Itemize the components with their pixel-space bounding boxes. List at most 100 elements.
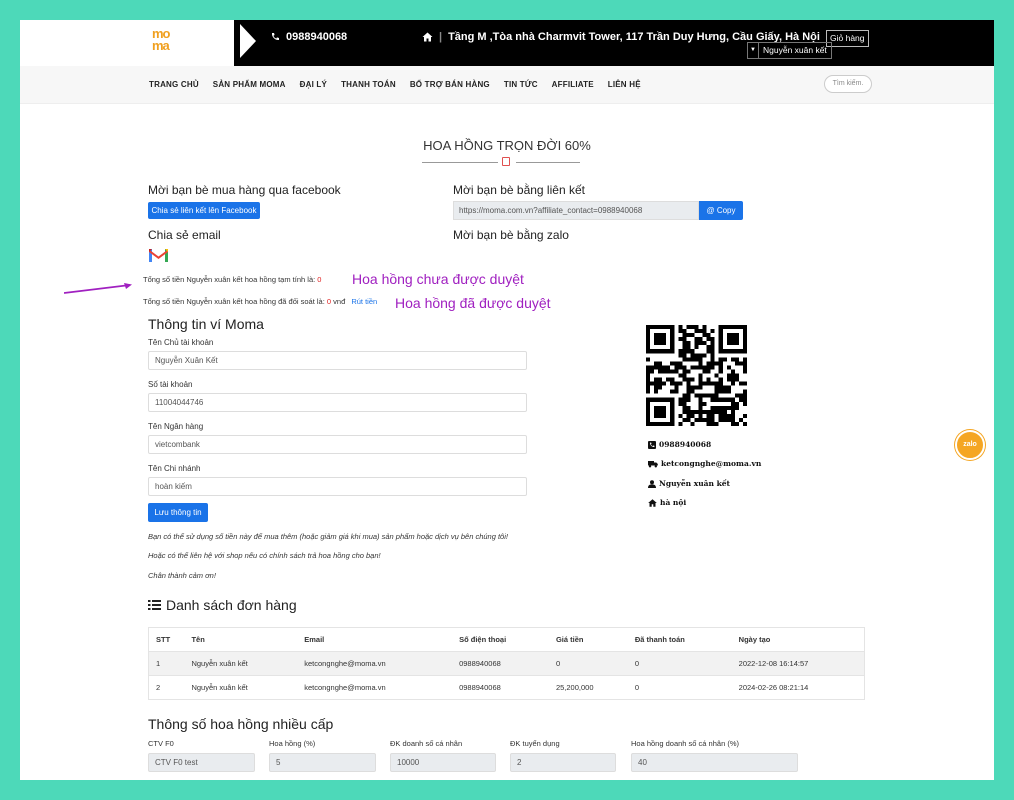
user-icon [648, 479, 656, 488]
table-cell: 25,200,000 [548, 675, 628, 700]
nav-item-products[interactable]: SẢN PHẨM MOMA [213, 80, 286, 89]
caret-down-icon: ▼ [748, 43, 759, 58]
contact-city: hà nội [648, 498, 686, 507]
truck-icon [648, 460, 658, 467]
nav-item-sales-support[interactable]: BỔ TRỢ BÁN HÀNG [410, 80, 490, 89]
nav-item-affiliate[interactable]: AFFILIATE [552, 80, 594, 89]
annotation-arrow [64, 283, 132, 294]
contact-city-text: hà nội [660, 498, 687, 507]
cart-button[interactable]: Giỏ hàng [826, 30, 869, 47]
column-header-email: Email [297, 627, 453, 652]
branch-field[interactable]: hoàn kiếm [148, 477, 527, 496]
orders-table: STT Tên Email Số điện thoại Giá tiền Đã … [148, 627, 865, 700]
nav-item-news[interactable]: TIN TỨC [504, 80, 538, 89]
nav-item-contact[interactable]: LIÊN HỆ [608, 80, 641, 89]
column-header-name: Tên [184, 627, 298, 652]
list-icon [148, 600, 161, 610]
share-facebook-button[interactable]: Chia sẻ liên kết lên Facebook [148, 202, 260, 219]
personal-sales-commission-label: Hoa hồng doanh số cá nhân (%) [631, 739, 739, 748]
nav-item-agents[interactable]: ĐẠI LÝ [300, 80, 327, 89]
user-name: Nguyễn xuân kết [763, 45, 827, 55]
bank-name-label: Tên Ngân hàng [148, 422, 204, 431]
withdraw-link[interactable]: Rút tiền [351, 297, 377, 306]
ctv-f0-field[interactable]: CTV F0 test [148, 753, 255, 772]
pending-commission-value: 0 [317, 275, 322, 284]
page-frame: mo ma 0988940068 | Tầng M ,Tòa nhà Charmv… [20, 20, 994, 780]
orders-heading-text: Danh sách đơn hàng [166, 597, 297, 613]
wallet-note-2: Hoặc có thể liên hệ với shop nếu có chín… [148, 551, 381, 560]
logo-area: mo ma [20, 20, 234, 66]
orders-heading: Danh sách đơn hàng [148, 597, 297, 613]
table-cell: 1 [148, 651, 185, 676]
approved-commission-unit: vnđ [333, 297, 346, 306]
copy-link-button[interactable]: @ Copy [699, 201, 743, 220]
account-number-label: Số tài khoản [148, 380, 193, 389]
personal-sales-commission-field[interactable]: 40 [631, 753, 798, 772]
email-heading: Chia sẻ email [148, 228, 221, 242]
at-icon: @ [706, 206, 715, 215]
table-cell: ketcongnghe@moma.vn [297, 651, 453, 676]
home-icon [648, 498, 657, 507]
pending-commission-line: Tổng số tiền Nguyễn xuân kết hoa hồng tạ… [143, 275, 321, 284]
table-cell: ketcongnghe@moma.vn [297, 675, 453, 700]
commission-percent-field[interactable]: 5 [269, 753, 376, 772]
personal-sales-condition-field[interactable]: 10000 [390, 753, 496, 772]
header-phone[interactable]: 0988940068 [270, 31, 347, 43]
title-divider-right [516, 162, 580, 163]
contact-phone: 0988940068 [648, 440, 711, 449]
column-header-phone: Số điện thoại [452, 627, 549, 652]
contact-name-text: Nguyễn xuân kết [659, 479, 731, 488]
orders-header-row: STT Tên Email Số điện thoại Giá tiền Đã … [148, 627, 865, 652]
column-header-price: Giá tiền [548, 627, 628, 652]
levels-heading: Thông số hoa hồng nhiều cấp [148, 716, 334, 732]
approved-commission-line: Tổng số tiền Nguyễn xuân kết hoa hồng đã… [143, 297, 377, 306]
table-cell: 0 [548, 651, 628, 676]
column-header-created: Ngày tạo [731, 627, 865, 652]
page-title: HOA HỒNG TRỌN ĐỜI 60% [423, 138, 591, 153]
table-cell: Nguyễn xuân kết [184, 675, 298, 700]
approved-commission-label: Tổng số tiền Nguyễn xuân kết hoa hồng đã… [143, 297, 325, 306]
wallet-note-3: Chân thành cảm ơn! [148, 571, 216, 580]
contact-phone-text: 0988940068 [659, 440, 712, 449]
chat-widget-button[interactable]: zalo [955, 430, 985, 460]
moma-logo[interactable]: mo ma [152, 27, 182, 58]
phone-icon [271, 33, 279, 41]
table-cell: 2024-02-26 08:21:14 [731, 675, 865, 700]
qr-code-image [646, 325, 747, 426]
facebook-heading: Mời bạn bè mua hàng qua facebook [148, 183, 341, 197]
table-cell: 2 [148, 675, 185, 700]
approved-commission-value: 0 [326, 297, 332, 306]
table-cell: Nguyễn xuân kết [184, 651, 298, 676]
main-nav: TRANG CHỦ SẢN PHẨM MOMA ĐẠI LÝ THANH TOÁ… [20, 66, 994, 104]
bank-name-field[interactable]: vietcombank [148, 435, 527, 454]
nav-item-home[interactable]: TRANG CHỦ [149, 80, 199, 89]
wallet-note-1: Bạn có thể sử dụng số tiền này để mua th… [148, 532, 508, 541]
recruitment-condition-field[interactable]: 2 [510, 753, 616, 772]
annotation-approved: Hoa hồng đã được duyệt [395, 295, 551, 311]
table-cell: 0 [627, 675, 732, 700]
table-cell: 0 [627, 651, 732, 676]
account-owner-field[interactable]: Nguyễn Xuân Kết [148, 351, 527, 370]
nav-item-payment[interactable]: THANH TOÁN [341, 80, 396, 89]
arrow-decoration [240, 24, 256, 58]
phone-square-icon [648, 440, 656, 449]
table-row[interactable]: 1 Nguyễn xuân kết ketcongnghe@moma.vn 09… [148, 651, 865, 676]
wallet-heading: Thông tin ví Moma [148, 316, 264, 332]
contact-email: ketcongnghe@moma.vn [648, 459, 761, 468]
affiliate-link-field[interactable]: https://moma.com.vn?affiliate_contact=09… [453, 201, 699, 220]
search-input[interactable]: Tìm kiếm. [824, 75, 872, 93]
gmail-icon[interactable] [149, 248, 168, 262]
address-divider: | [439, 31, 443, 43]
recruitment-condition-label: ĐK tuyển dụng [510, 739, 560, 748]
user-dropdown[interactable]: ▼ Nguyễn xuân kết [747, 42, 832, 59]
table-cell: 0988940068 [452, 675, 549, 700]
personal-sales-condition-label: ĐK doanh số cá nhân [390, 739, 463, 748]
pending-commission-label: Tổng số tiền Nguyễn xuân kết hoa hồng tạ… [143, 275, 316, 284]
table-row[interactable]: 2 Nguyễn xuân kết ketcongnghe@moma.vn 09… [148, 675, 865, 700]
save-info-button[interactable]: Lưu thông tin [148, 503, 208, 522]
contact-email-text: ketcongnghe@moma.vn [661, 459, 762, 468]
account-owner-label: Tên Chủ tài khoản [148, 338, 214, 347]
account-number-field[interactable]: 11004044746 [148, 393, 527, 412]
contact-name: Nguyễn xuân kết [648, 479, 730, 488]
table-cell: 0988940068 [452, 651, 549, 676]
